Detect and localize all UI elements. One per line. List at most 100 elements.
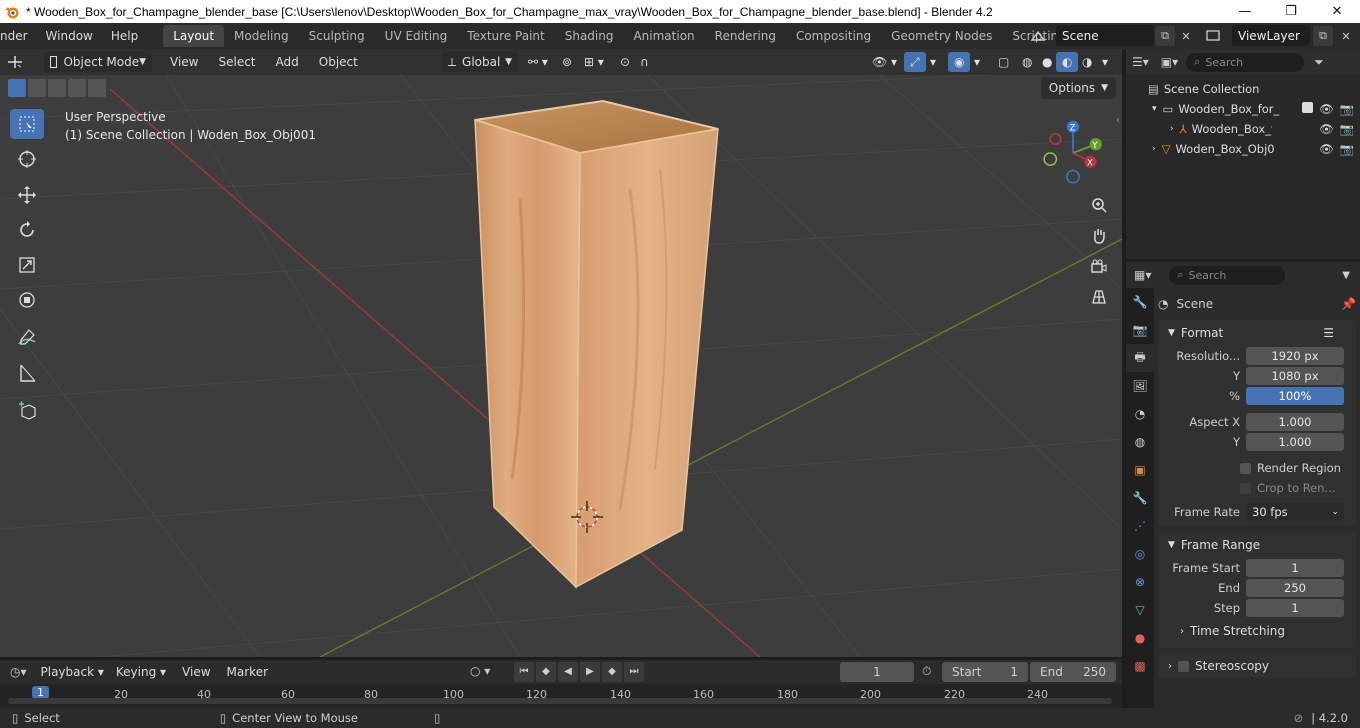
crop-checkbox[interactable] — [1240, 482, 1251, 494]
chevron-right-icon[interactable]: › — [1170, 124, 1174, 134]
viewport-menu-select[interactable]: Select — [212, 52, 261, 72]
eye-icon[interactable]: 👁 — [1319, 122, 1334, 136]
outliner-row-wooden-box-empty[interactable]: › ⅄ Wooden_Box_f 👁 📷 — [1126, 119, 1360, 139]
perspective-toggle-button[interactable] — [1086, 284, 1112, 310]
snap-target-button[interactable]: ⊞ ▾ — [578, 52, 610, 72]
rotate-tool[interactable] — [10, 215, 44, 245]
object-tab-icon[interactable]: ▣ — [1126, 456, 1154, 484]
resolution-percentage-field[interactable]: 100% — [1246, 387, 1344, 405]
stereoscopy-panel[interactable]: › Stereoscopy — [1158, 654, 1356, 678]
camera-icon[interactable]: 📷 — [1340, 122, 1354, 136]
next-keyframe-icon[interactable]: ◆ — [602, 662, 622, 682]
menu-help[interactable]: Help — [102, 23, 147, 49]
tab-geometry-nodes[interactable]: Geometry Nodes — [881, 25, 1002, 47]
outliner-editor-type-icon[interactable]: ☰▾ — [1132, 55, 1149, 69]
select-subtract-icon[interactable] — [48, 79, 66, 97]
render-region-row[interactable]: Render Region — [1158, 458, 1356, 478]
minimize-button[interactable]: — — [1222, 0, 1268, 23]
chevron-down-icon[interactable]: ▼ — [1342, 270, 1350, 281]
tab-shading[interactable]: Shading — [555, 25, 624, 47]
select-extend-icon[interactable] — [28, 79, 46, 97]
stereoscopy-panel-header[interactable]: › Stereoscopy — [1158, 654, 1356, 678]
jump-start-icon[interactable]: ⏮ — [514, 662, 534, 682]
aspect-y-field[interactable]: 1.000 — [1246, 433, 1344, 451]
view-layer-icon[interactable] — [1205, 28, 1223, 47]
time-stretching-header[interactable]: › Time Stretching — [1158, 618, 1356, 644]
resolution-x-field[interactable]: 1920 px — [1246, 347, 1344, 365]
render-tab-icon[interactable]: 📷 — [1126, 316, 1154, 344]
jump-end-icon[interactable]: ⏭ — [624, 662, 644, 682]
end-frame-field[interactable]: End 250 — [1030, 662, 1116, 682]
tool-tab-icon[interactable]: 🔧 — [1126, 288, 1154, 316]
timer-icon[interactable]: ⏱ — [922, 664, 931, 679]
outliner-row-wooden-box-collection[interactable]: ▾ ▭ Wooden_Box_for_C 👁 📷 — [1126, 99, 1360, 119]
maximize-button[interactable]: ❐ — [1268, 0, 1314, 23]
render-region-checkbox[interactable] — [1240, 462, 1251, 474]
start-frame-field[interactable]: Start 1 — [942, 662, 1028, 682]
close-button[interactable]: ✕ — [1314, 0, 1360, 23]
chevron-right-icon[interactable]: › — [1152, 144, 1156, 154]
frame-start-field[interactable]: 1 — [1246, 559, 1344, 577]
overlays-dropdown-icon[interactable]: ▾ — [968, 52, 986, 72]
measure-tool[interactable] — [10, 358, 44, 388]
tab-animation[interactable]: Animation — [623, 25, 704, 47]
data-tab-icon[interactable]: ▽ — [1126, 596, 1154, 624]
eye-icon[interactable]: 👁 — [1319, 102, 1334, 116]
resolution-y-field[interactable]: 1080 px — [1246, 367, 1344, 385]
select-new-icon[interactable] — [8, 79, 26, 97]
tab-sculpting[interactable]: Sculpting — [299, 25, 375, 47]
outliner-row-woden-box-obj[interactable]: › ▽ Woden_Box_Obj00 👁 📷 — [1126, 139, 1360, 159]
material-tab-icon[interactable]: ● — [1126, 624, 1154, 652]
scale-tool[interactable] — [10, 250, 44, 280]
camera-view-button[interactable] — [1086, 254, 1112, 280]
options-dropdown[interactable]: Options ▼ — [1040, 77, 1116, 99]
object-mode-dropdown[interactable]: Object Mode ▼ — [44, 52, 152, 72]
xray-toggle-icon[interactable]: ▢ — [992, 52, 1015, 72]
select-invert-icon[interactable] — [68, 79, 86, 97]
zoom-view-button[interactable] — [1086, 192, 1112, 218]
menu-window[interactable]: Window — [37, 23, 102, 49]
checkbox-icon[interactable] — [1302, 102, 1314, 113]
shading-dropdown-icon[interactable]: ▾ — [1096, 52, 1114, 72]
auto-keying-icon[interactable]: ○ ▾ — [470, 664, 490, 678]
display-mode-icon[interactable]: ▣▾ — [1161, 55, 1178, 69]
pin-icon[interactable]: 📌 — [1341, 297, 1356, 311]
editor-type-button[interactable] — [0, 52, 40, 72]
pan-view-button[interactable] — [1086, 223, 1112, 249]
frame-step-field[interactable]: 1 — [1246, 599, 1344, 617]
play-icon[interactable]: ▶ — [580, 662, 600, 682]
camera-icon[interactable]: 📷 — [1340, 142, 1354, 156]
timeline-menu-marker[interactable]: Marker — [221, 662, 274, 682]
visibility-icon[interactable]: 👁 ▾ — [866, 52, 903, 72]
chevron-down-icon[interactable]: ▾ — [1152, 104, 1157, 114]
outliner-row-scene-collection[interactable]: ▤ Scene Collection — [1126, 79, 1360, 99]
tab-uv-editing[interactable]: UV Editing — [375, 25, 458, 47]
gizmo-toggle-icon[interactable]: ⤢ — [904, 52, 926, 72]
viewport-menu-view[interactable]: View — [164, 52, 204, 72]
timeline-ruler[interactable]: 1 20 40 60 80 100 120 140 160 180 200 22… — [0, 684, 1122, 708]
sidebar-toggle-icon[interactable]: ‹ — [1116, 115, 1120, 126]
tab-rendering[interactable]: Rendering — [705, 25, 786, 47]
camera-icon[interactable]: 📷 — [1340, 102, 1354, 116]
gizmo-dropdown-icon[interactable]: ▾ — [924, 52, 942, 72]
timeline-editor-type-icon[interactable]: ◷▾ — [10, 665, 27, 679]
play-reverse-icon[interactable]: ◀ — [558, 662, 578, 682]
tab-texture-paint[interactable]: Texture Paint — [457, 25, 554, 47]
snap-toggle-icon[interactable]: ⊚ — [556, 52, 578, 72]
constraints-tab-icon[interactable]: ⊗ — [1126, 568, 1154, 596]
scene-name-field[interactable]: Scene — [1056, 25, 1154, 46]
properties-search-input[interactable]: ⌕ Search — [1169, 265, 1286, 285]
filter-icon[interactable]: ⏷ — [1314, 55, 1324, 70]
physics-tab-icon[interactable]: ◎ — [1126, 540, 1154, 568]
delete-scene-icon[interactable]: ✕ — [1176, 26, 1196, 46]
viewport-menu-add[interactable]: Add — [270, 52, 305, 72]
3d-viewport[interactable]: Object Mode ▼ View Select Add Object ⟂ G… — [0, 49, 1122, 657]
tab-compositing[interactable]: Compositing — [786, 25, 881, 47]
aspect-x-field[interactable]: 1.000 — [1246, 413, 1344, 431]
modifier-tab-icon[interactable]: 🔧 — [1126, 484, 1154, 512]
view-layer-field[interactable]: ViewLayer — [1232, 25, 1310, 46]
add-cube-tool[interactable] — [10, 396, 44, 426]
stereoscopy-checkbox[interactable] — [1178, 660, 1189, 672]
particles-tab-icon[interactable]: ⋰ — [1126, 512, 1154, 540]
viewport-menu-object[interactable]: Object — [313, 52, 364, 72]
